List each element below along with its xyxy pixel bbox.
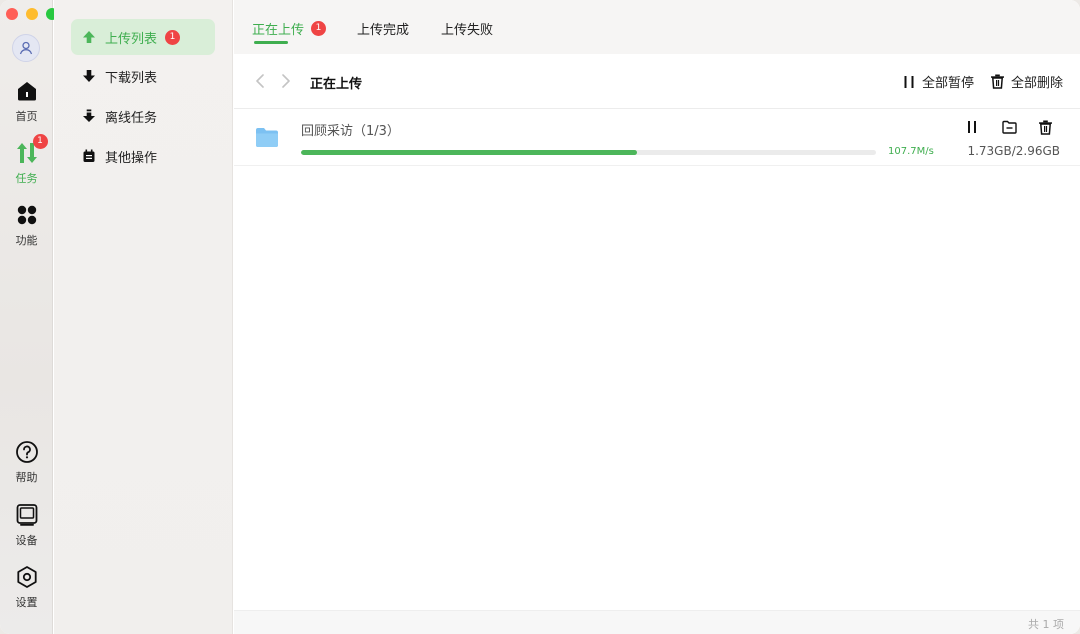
- open-folder-icon: [1001, 120, 1017, 134]
- calendar-icon: [81, 148, 97, 164]
- home-icon: [14, 78, 40, 104]
- delete-all-label: 全部删除: [1011, 76, 1064, 91]
- active-tab-indicator: [254, 41, 288, 44]
- icon-rail: 首页 1 任务 功能 帮助 设备 设置: [0, 0, 58, 634]
- trash-icon: [1038, 120, 1052, 135]
- progress-bar: [301, 150, 876, 155]
- sidebar-item-download-list[interactable]: 下载列表: [71, 58, 215, 94]
- close-window-button[interactable]: [6, 8, 18, 20]
- main-panel: 正在上传 1 上传完成 上传失败 正在上传 全部暂停 全部删除 回顾采访（1/3…: [234, 0, 1080, 634]
- task-name: 回顾采访（1/3）: [301, 124, 400, 139]
- rail-item-home[interactable]: 首页: [0, 78, 53, 124]
- progress-fill: [301, 150, 637, 155]
- sidebar-item-label: 上传列表: [105, 31, 158, 47]
- app-window: 首页 1 任务 功能 帮助 设备 设置 上传列表 1 下载列表 离线任务 其他操…: [0, 0, 1080, 634]
- sidebar-item-label: 离线任务: [105, 110, 158, 126]
- page-title: 正在上传: [310, 77, 363, 92]
- trash-icon: [991, 74, 1004, 89]
- tab-label: 上传失败: [441, 23, 494, 38]
- tab-upload-failed[interactable]: 上传失败: [441, 19, 493, 38]
- minimize-window-button[interactable]: [26, 8, 38, 20]
- sidebar-item-upload-list[interactable]: 上传列表 1: [71, 19, 215, 55]
- pause-all-label: 全部暂停: [922, 76, 975, 91]
- rail-item-features[interactable]: 功能: [0, 202, 53, 248]
- status-bar: 共 1 项: [234, 610, 1080, 634]
- pause-icon: [968, 121, 976, 133]
- rail-item-tasks[interactable]: 1 任务: [0, 134, 53, 186]
- rail-item-label: 帮助: [15, 471, 38, 484]
- rail-item-label: 功能: [15, 234, 38, 247]
- rail-item-label: 设置: [15, 596, 38, 609]
- tab-label: 正在上传: [252, 23, 305, 38]
- rail-item-label: 首页: [15, 110, 38, 123]
- tab-bar: 正在上传 1 上传完成 上传失败: [234, 0, 1080, 54]
- upload-arrow-icon: [81, 29, 97, 45]
- rail-item-settings[interactable]: 设置: [0, 564, 53, 610]
- delete-all-button[interactable]: 全部删除: [990, 72, 1063, 91]
- list-toolbar: 正在上传 全部暂停 全部删除: [234, 54, 1080, 109]
- offline-download-icon: [81, 108, 97, 124]
- window-controls: [6, 8, 58, 20]
- folder-icon: [255, 126, 279, 152]
- chevron-right-icon: [282, 74, 290, 88]
- forward-button[interactable]: [277, 72, 295, 90]
- delete-task-button[interactable]: [1035, 117, 1055, 137]
- tab-label: 上传完成: [357, 23, 410, 38]
- help-icon: [14, 439, 40, 465]
- pause-icon: [904, 75, 914, 88]
- item-count: 共 1 项: [1028, 618, 1064, 631]
- sidebar-item-offline-tasks[interactable]: 离线任务: [71, 98, 215, 134]
- transfer-speed: 107.7M/s: [888, 146, 934, 157]
- tab-uploading[interactable]: 正在上传 1: [252, 19, 327, 38]
- rail-item-label: 设备: [15, 534, 38, 547]
- user-icon: [19, 41, 33, 55]
- chevron-left-icon: [256, 74, 264, 88]
- tab-upload-complete[interactable]: 上传完成: [357, 19, 409, 38]
- upload-count-badge: 1: [165, 29, 181, 45]
- sidebar-item-label: 下载列表: [105, 70, 158, 86]
- task-count-badge: 1: [32, 134, 48, 149]
- pause-task-button[interactable]: [962, 117, 982, 137]
- sidebar-item-label: 其他操作: [105, 150, 158, 166]
- tab-count-badge: 1: [311, 21, 327, 36]
- list-item[interactable]: 回顾采访（1/3） 107.7M/s 1.73GB/2.96GB: [234, 110, 1080, 166]
- settings-icon: [14, 564, 40, 590]
- rail-item-label: 任务: [15, 172, 38, 185]
- sidebar-item-other-actions[interactable]: 其他操作: [71, 138, 215, 174]
- download-arrow-icon: [81, 68, 97, 84]
- apps-icon: [14, 202, 40, 228]
- open-folder-button[interactable]: [999, 117, 1019, 137]
- transfer-icon: 1: [14, 134, 48, 166]
- task-sidebar: 上传列表 1 下载列表 离线任务 其他操作: [54, 0, 233, 634]
- device-icon: [14, 502, 40, 528]
- pause-all-button[interactable]: 全部暂停: [902, 72, 974, 91]
- transfer-size: 1.73GB/2.96GB: [967, 144, 1060, 158]
- back-button[interactable]: [251, 72, 269, 90]
- rail-item-devices[interactable]: 设备: [0, 502, 53, 548]
- rail-item-help[interactable]: 帮助: [0, 439, 53, 485]
- avatar[interactable]: [12, 34, 40, 62]
